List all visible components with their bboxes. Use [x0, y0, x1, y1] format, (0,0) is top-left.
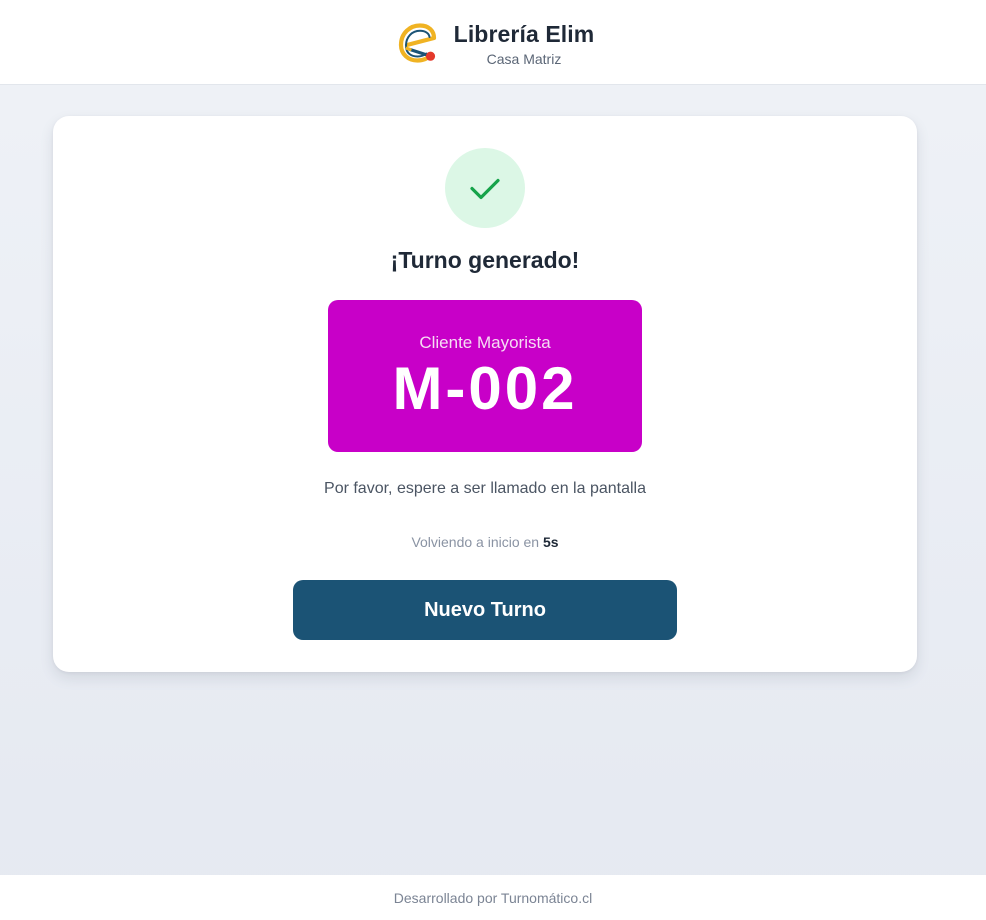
branch-name: Casa Matriz	[486, 51, 562, 67]
footer-credit: Desarrollado por Turnomático.cl	[0, 875, 986, 920]
countdown-value: 5s	[542, 534, 559, 550]
checkmark-icon	[470, 178, 500, 200]
confirmation-card: ¡Turno generado! Cliente Mayorista M-002…	[53, 116, 917, 672]
ticket-box: Cliente Mayorista M-002	[328, 300, 642, 452]
countdown-label: Volviendo a inicio en	[411, 534, 543, 550]
new-ticket-button[interactable]: Nuevo Turno	[293, 580, 677, 640]
confirmation-title: ¡Turno generado!	[390, 247, 580, 273]
return-countdown: Volviendo a inicio en 5s	[53, 533, 917, 551]
success-badge	[445, 148, 525, 228]
pencil-e-logo-icon	[398, 23, 436, 63]
wait-instructions: Por favor, espere a ser llamado en la pa…	[324, 480, 646, 497]
brand-block: Librería Elim Casa Matriz	[454, 20, 595, 68]
brand-name: Librería Elim	[453, 21, 595, 47]
ticket-number: M-002	[392, 355, 578, 422]
app-header: Librería Elim Casa Matriz	[0, 0, 986, 85]
ticket-category: Cliente Mayorista	[419, 333, 551, 352]
